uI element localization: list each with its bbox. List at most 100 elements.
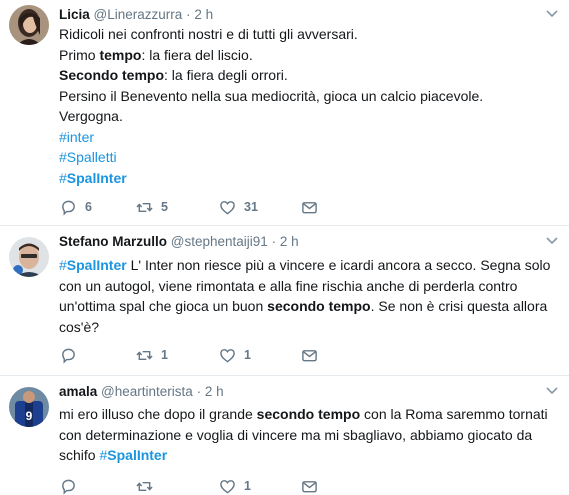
- reply-icon: [62, 479, 75, 495]
- tweet-text: Ridicoli nei confronti nostri e di tutti…: [59, 24, 559, 188]
- display-name[interactable]: Stefano Marzullo: [59, 234, 167, 249]
- direct-message-button[interactable]: [301, 476, 318, 495]
- tweet-text-line: mi ero illuso che dopo il grande secondo…: [59, 404, 559, 425]
- retweet-icon: [136, 202, 153, 212]
- highlighted-text: secondo tempo: [267, 298, 371, 314]
- hashtag-link[interactable]: #: [59, 257, 67, 273]
- heart-icon: [220, 348, 235, 363]
- tweet-text-line: #inter: [59, 127, 559, 148]
- timestamp[interactable]: 2 h: [205, 384, 224, 399]
- like-button[interactable]: 1: [219, 345, 251, 365]
- text-segment: Ridicoli nei confronti nostri e di tutti…: [59, 26, 358, 42]
- text-segment: Primo: [59, 46, 100, 63]
- tweet-text-line: un'ottima spal che gioca un buon secondo…: [59, 296, 559, 317]
- hashtag-link[interactable]: SpalInter: [107, 447, 167, 463]
- retweet-icon: [136, 481, 153, 491]
- tweet[interactable]: Stefano Marzullo @stephentaiji91 · 2 h #…: [0, 227, 569, 376]
- like-count: 1: [244, 479, 251, 493]
- tweet-text-line: Persino il Benevento nella sua mediocrit…: [59, 86, 559, 107]
- text-segment: con un autogol, viene rimontata e alla f…: [59, 277, 518, 294]
- hashtag-link[interactable]: #inter: [59, 129, 94, 145]
- separator: ·: [271, 234, 277, 249]
- tweet-actions: 1: [60, 476, 360, 495]
- retweet-icon: [136, 350, 153, 360]
- tweet-text-line: schifo #SpalInter: [59, 445, 559, 466]
- reply-icon: [62, 200, 75, 216]
- reply-button[interactable]: 6: [60, 197, 92, 217]
- tweet-text-line: Ridicoli nei confronti nostri e di tutti…: [59, 24, 559, 45]
- separator: ·: [186, 7, 191, 22]
- tweet-text: #SpalInter L' Inter non riesce più a vin…: [59, 255, 559, 337]
- text-segment: schifo: [59, 447, 100, 463]
- reply-button[interactable]: [60, 476, 85, 495]
- timestamp[interactable]: 2 h: [280, 234, 299, 249]
- chevron-down-icon[interactable]: [545, 236, 559, 246]
- like-count: 31: [244, 200, 258, 214]
- user-handle[interactable]: @Linerazzurra: [94, 7, 183, 22]
- tweet-text-line: Primo tempo: la fiera del liscio.: [59, 45, 559, 66]
- heart-icon: [220, 479, 235, 494]
- chevron-down-icon[interactable]: [545, 386, 559, 396]
- text-segment: : la fiera del liscio.: [141, 46, 253, 63]
- display-name[interactable]: amala: [59, 384, 97, 399]
- text-segment: con la Roma saremmo tornati: [360, 406, 548, 422]
- text-segment: Persino il Benevento nella sua mediocrit…: [59, 87, 484, 104]
- hashtag-link[interactable]: #Spalletti: [59, 149, 117, 165]
- tweet[interactable]: Licia @Linerazzurra · 2 h Ridicoli nei c…: [0, 0, 569, 226]
- text-segment: L' Inter non riesce più a vincere e icar…: [126, 257, 551, 273]
- highlighted-text: secondo tempo: [256, 406, 361, 422]
- text-segment: mi ero illuso che dopo il grande: [59, 406, 257, 422]
- text-segment: un'ottima spal che gioca un buon: [59, 298, 268, 314]
- tweet-text-line: cos'è?: [59, 317, 559, 338]
- hashtag-link[interactable]: #: [59, 170, 67, 186]
- timestamp[interactable]: 2 h: [194, 7, 213, 22]
- chevron-down-icon[interactable]: [545, 9, 559, 19]
- text-segment: cos'è?: [59, 318, 100, 335]
- tweet-text-line: con determinazione e voglia di vincere m…: [59, 425, 559, 446]
- reply-icon: [62, 348, 75, 364]
- highlighted-text: Secondo tempo: [59, 67, 165, 83]
- tweet-actions: 1 1: [60, 345, 360, 365]
- tweet-text: mi ero illuso che dopo il grande secondo…: [59, 404, 559, 466]
- direct-message-icon: [302, 349, 317, 361]
- retweet-count: 5: [161, 200, 168, 214]
- tweet-text-line: Vergogna.: [59, 106, 559, 127]
- tweet-text-line: con un autogol, viene rimontata e alla f…: [59, 276, 559, 297]
- display-name[interactable]: Licia: [59, 7, 90, 22]
- like-button[interactable]: 31: [219, 197, 258, 217]
- direct-message-button[interactable]: [301, 197, 318, 217]
- text-segment: : la fiera degli orrori.: [164, 67, 288, 83]
- direct-message-button[interactable]: [301, 345, 318, 365]
- reply-button[interactable]: [60, 345, 85, 365]
- hashtag-link[interactable]: SpalInter: [67, 257, 127, 273]
- like-button[interactable]: 1: [219, 476, 251, 495]
- tweet-text-line: Secondo tempo: la fiera degli orrori.: [59, 65, 559, 86]
- reply-count: 6: [85, 200, 92, 214]
- avatar[interactable]: [9, 5, 49, 45]
- tweet-text-line: #SpalInter: [59, 168, 559, 189]
- text-segment: . Se non è crisi questa allora: [370, 298, 548, 314]
- retweet-button[interactable]: 1: [136, 345, 168, 365]
- retweet-button[interactable]: 5: [136, 197, 168, 217]
- tweet-text-line: #SpalInter L' Inter non riesce più a vin…: [59, 255, 559, 276]
- retweet-button[interactable]: [136, 476, 161, 495]
- avatar[interactable]: [9, 237, 49, 277]
- user-handle[interactable]: @stephentaiji91: [171, 234, 268, 249]
- avatar-photo-icon: 9: [9, 387, 49, 427]
- direct-message-icon: [302, 480, 317, 492]
- direct-message-icon: [302, 201, 317, 213]
- separator: ·: [196, 384, 202, 399]
- hashtag-link[interactable]: SpalInter: [67, 170, 127, 186]
- avatar-photo-icon: [9, 237, 49, 277]
- heart-icon: [220, 200, 235, 215]
- avatar-photo-icon: [9, 5, 49, 45]
- highlighted-text: tempo: [99, 46, 142, 63]
- tweet-actions: 6 5 31: [60, 197, 360, 217]
- tweet-text-line: #Spalletti: [59, 147, 559, 168]
- tweet[interactable]: 9 amala @heartinterista · 2 h mi ero ill…: [0, 377, 569, 495]
- like-count: 1: [244, 348, 251, 362]
- svg-text:9: 9: [26, 409, 33, 423]
- avatar[interactable]: 9: [9, 387, 49, 427]
- user-handle[interactable]: @heartinterista: [101, 384, 193, 399]
- text-segment: Vergogna.: [59, 108, 123, 124]
